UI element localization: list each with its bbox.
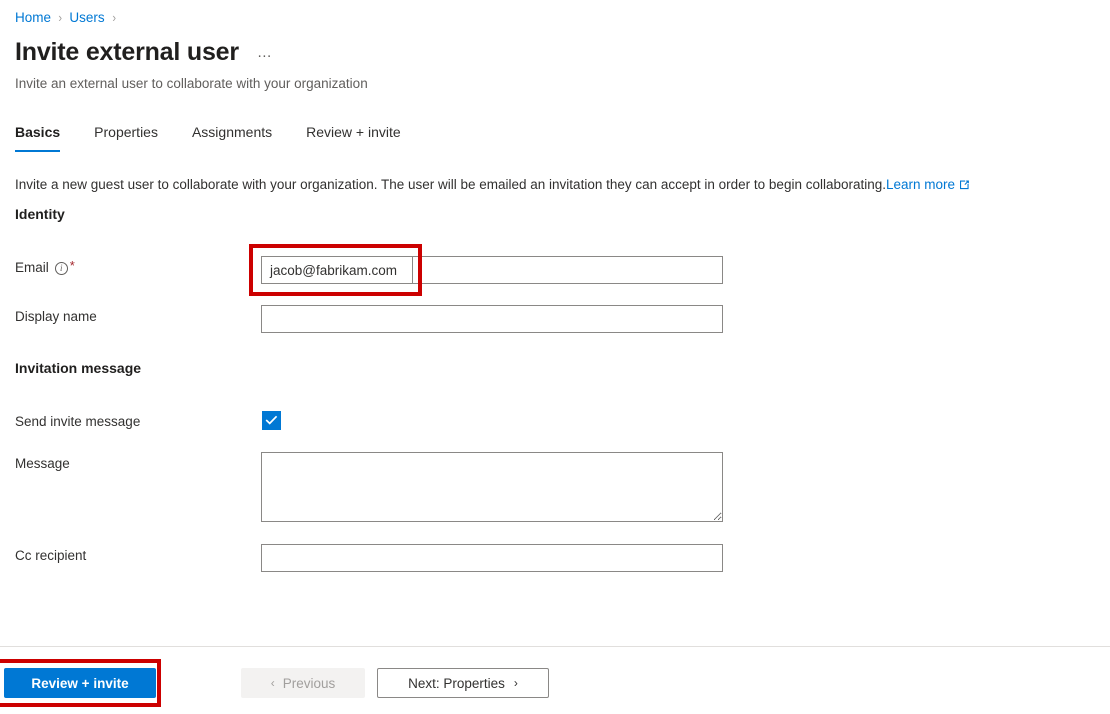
- chevron-left-icon: ‹: [270, 676, 275, 690]
- next-properties-button[interactable]: Next: Properties ›: [377, 668, 549, 698]
- page-subtitle: Invite an external user to collaborate w…: [15, 76, 368, 91]
- chevron-right-icon: ›: [513, 676, 518, 690]
- tab-review-invite[interactable]: Review + invite: [306, 122, 401, 152]
- tab-bar: Basics Properties Assignments Review + i…: [15, 122, 435, 152]
- more-options-icon[interactable]: …: [257, 44, 274, 61]
- email-input-inner[interactable]: jacob@fabrikam.com: [261, 256, 413, 284]
- learn-more-link[interactable]: Learn more: [886, 177, 970, 192]
- learn-more-label: Learn more: [886, 177, 956, 192]
- email-input-value: jacob@fabrikam.com: [270, 262, 397, 278]
- tab-assignments[interactable]: Assignments: [192, 122, 272, 152]
- cc-recipient-field-label: Cc recipient: [15, 548, 87, 563]
- previous-button-label: Previous: [282, 675, 336, 691]
- breadcrumb-separator-icon: ›: [111, 10, 116, 25]
- section-heading-invitation-message: Invitation message: [15, 360, 142, 376]
- display-name-input[interactable]: [261, 305, 723, 333]
- message-textarea[interactable]: [261, 452, 723, 522]
- info-icon[interactable]: i: [54, 261, 68, 275]
- tab-properties[interactable]: Properties: [94, 122, 158, 152]
- check-icon: [265, 415, 278, 425]
- required-indicator: *: [69, 258, 75, 273]
- breadcrumb-separator-icon: ›: [58, 10, 63, 25]
- display-name-field-label: Display name: [15, 309, 97, 324]
- page-title: Invite external user: [15, 38, 239, 66]
- review-invite-button[interactable]: Review + invite: [4, 668, 156, 698]
- message-field-label: Message: [15, 456, 70, 471]
- next-button-label: Next: Properties: [408, 675, 505, 691]
- section-heading-identity: Identity: [15, 206, 65, 222]
- send-invite-message-label: Send invite message: [15, 414, 141, 429]
- footer-divider: [0, 646, 1110, 647]
- email-field-label: Email i *: [15, 258, 75, 278]
- breadcrumb-item-home[interactable]: Home: [15, 9, 51, 27]
- cc-recipient-input[interactable]: [261, 544, 723, 572]
- email-label-text: Email: [15, 260, 49, 275]
- breadcrumb: Home › Users ›: [15, 9, 123, 27]
- send-invite-message-checkbox[interactable]: [262, 411, 281, 430]
- previous-button[interactable]: ‹ Previous: [241, 668, 365, 698]
- breadcrumb-item-users[interactable]: Users: [69, 9, 104, 27]
- intro-text-row: Invite a new guest user to collaborate w…: [15, 175, 970, 195]
- tab-basics[interactable]: Basics: [15, 122, 61, 152]
- intro-text: Invite a new guest user to collaborate w…: [15, 177, 887, 192]
- external-link-icon: [959, 176, 970, 195]
- page-title-row: Invite external user …: [15, 36, 273, 68]
